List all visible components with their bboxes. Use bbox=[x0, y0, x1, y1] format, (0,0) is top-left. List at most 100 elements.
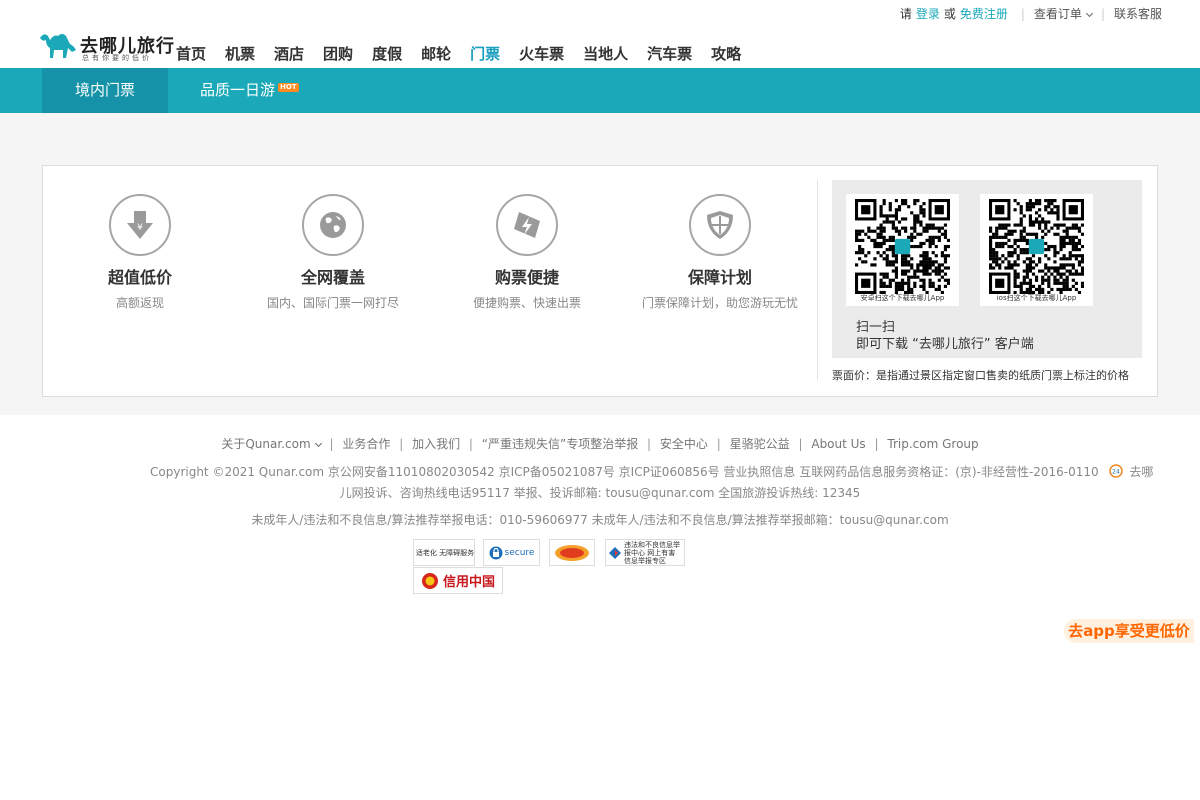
nav-home[interactable]: 首页 bbox=[176, 43, 206, 64]
main-nav: 首页 机票 酒店 团购 度假 邮轮 门票 火车票 当地人 汽车票 攻略 bbox=[176, 43, 760, 64]
logo-slogan: 总有你要的低价 bbox=[82, 54, 152, 62]
svg-text:¥: ¥ bbox=[137, 223, 143, 233]
copyright-line-2: 儿网投诉、咨询热线电话95117 举报、投诉邮箱: tousu@qunar.co… bbox=[339, 486, 861, 500]
trust-seal-badge[interactable] bbox=[549, 539, 595, 566]
login-prefix: 请 bbox=[899, 7, 912, 21]
nav-cruise[interactable]: 邮轮 bbox=[421, 43, 451, 64]
ios-qr-code[interactable]: ios扫这个下载去哪儿App bbox=[980, 194, 1093, 306]
price-note: 票面价：是指通过景区指定窗口售卖的纸质门票上标注的价格 bbox=[832, 369, 1129, 382]
features-panel: ¥ 超值低价 高额返现 全网覆盖 国内、国际门票一网打尽 购票便捷 便捷购票、快… bbox=[42, 165, 1158, 397]
copyright-line-3: 未成年人/违法和不良信息/算法推荐举报电话：010-59606977 未成年人/… bbox=[251, 513, 949, 527]
feature-desc: 高额返现 bbox=[115, 296, 164, 310]
login-link[interactable]: 登录 bbox=[916, 5, 940, 22]
user-bar: 请 登录 或 免费注册 | 查看订单 | 联系客服 bbox=[900, 5, 1162, 22]
copyright-tail: 去哪 bbox=[1129, 465, 1154, 479]
ios-qr-caption: ios扫这个下载去哪儿App bbox=[996, 294, 1077, 302]
footer-link-report[interactable]: “严重违规失信”专项整治举报 bbox=[482, 437, 638, 451]
nav-guides[interactable]: 攻略 bbox=[711, 43, 741, 64]
footer-link-charity[interactable]: 星骆驼公益 bbox=[730, 437, 790, 451]
nav-train[interactable]: 火车票 bbox=[519, 43, 564, 64]
nav-bus[interactable]: 汽车票 bbox=[647, 43, 692, 64]
nav-flights[interactable]: 机票 bbox=[225, 43, 255, 64]
feature-icon-circle bbox=[689, 194, 751, 256]
separator: | bbox=[1020, 6, 1025, 21]
feature-title: 超值低价 bbox=[107, 268, 172, 287]
separator: | bbox=[647, 437, 652, 451]
feature-guarantee: 保障计划 门票保障计划，助您游玩无忧 bbox=[620, 194, 820, 311]
feature-icon-circle bbox=[302, 194, 364, 256]
camel-logo-icon bbox=[40, 34, 76, 58]
seal-icon bbox=[555, 544, 589, 561]
copyright-text: Copyright ©2021 Qunar.com 京公网安备110108020… bbox=[150, 465, 1099, 479]
android-qr-caption: 安卓扫这个下载去哪儿App bbox=[860, 294, 945, 302]
feature-desc: 门票保障计划，助您游玩无忧 bbox=[641, 296, 798, 310]
footer-link-join-us[interactable]: 加入我们 bbox=[412, 437, 460, 451]
register-link[interactable]: 免费注册 bbox=[960, 5, 1008, 22]
contact-service-link[interactable]: 联系客服 bbox=[1114, 5, 1162, 22]
illegal-info-report-badge[interactable]: 违法和不良信息举报中心 网上有害信息举报专区 bbox=[605, 539, 685, 566]
or-text: 或 bbox=[943, 7, 956, 21]
footer-link-about-us[interactable]: About Us bbox=[811, 437, 865, 451]
download-text: 即可下载 “去哪儿旅行” 客户端 bbox=[856, 337, 1034, 352]
footer-links: 关于Qunar.com | 业务合作 | 加入我们 | “严重违规失信”专项整治… bbox=[0, 435, 1200, 452]
panel-divider bbox=[817, 180, 818, 380]
tab-domestic-tickets[interactable]: 境内门票 bbox=[42, 68, 168, 113]
secure-badge[interactable]: secure bbox=[483, 539, 540, 566]
feature-convenient: 购票便捷 便捷购票、快速出票 bbox=[427, 194, 627, 311]
feature-low-price: ¥ 超值低价 高额返现 bbox=[40, 194, 240, 311]
footer-link-security[interactable]: 安全中心 bbox=[660, 437, 708, 451]
nav-group-buy[interactable]: 团购 bbox=[323, 43, 353, 64]
app-download-box: 安卓扫这个下载去哪儿App ios扫这个下载去哪儿App 扫一扫 即可下载 “去… bbox=[832, 180, 1142, 358]
accessibility-badge-label: 适老化 无障碍服务 bbox=[415, 548, 475, 557]
report-center-icon bbox=[609, 546, 621, 559]
feature-desc: 便捷购票、快速出票 bbox=[472, 296, 581, 310]
feature-title: 全网覆盖 bbox=[300, 268, 365, 287]
globe-icon bbox=[320, 212, 346, 238]
ticket-lightning-icon bbox=[514, 212, 540, 238]
accessibility-badge[interactable]: 适老化 无障碍服务 bbox=[413, 539, 475, 566]
qr-code-icon bbox=[989, 199, 1084, 294]
secure-badge-label: secure bbox=[504, 547, 535, 558]
footer-link-business[interactable]: 业务合作 bbox=[342, 437, 390, 451]
separator: | bbox=[399, 437, 404, 451]
separator: | bbox=[716, 437, 721, 451]
24h-badge-icon: 24 bbox=[1108, 464, 1123, 478]
footer-link-about-qunar-label: 关于Qunar.com bbox=[221, 437, 311, 451]
separator: | bbox=[874, 437, 879, 451]
app-download-button[interactable]: 去app享受更低价 bbox=[1064, 619, 1194, 643]
credit-china-label: 信用中国 bbox=[442, 575, 495, 590]
sub-nav: 境内门票 品质一日游 HOT bbox=[0, 68, 1200, 113]
illegal-info-report-label: 违法和不良信息举报中心 网上有害信息举报专区 bbox=[624, 540, 680, 565]
nav-locals[interactable]: 当地人 bbox=[583, 43, 628, 64]
svg-text:24: 24 bbox=[1112, 469, 1120, 476]
hot-badge: HOT bbox=[278, 83, 299, 92]
separator: | bbox=[798, 437, 803, 451]
nav-hotels[interactable]: 酒店 bbox=[274, 43, 304, 64]
separator: | bbox=[329, 437, 334, 451]
chevron-down-icon bbox=[314, 439, 322, 448]
feature-title: 保障计划 bbox=[687, 268, 752, 287]
tab-day-tour-label: 品质一日游 bbox=[200, 81, 276, 99]
qunar-logo[interactable]: 去哪儿旅行 总有你要的低价 bbox=[38, 30, 174, 64]
view-orders-dropdown[interactable]: 查看订单 bbox=[1033, 5, 1093, 22]
view-orders-label: 查看订单 bbox=[1033, 7, 1082, 21]
footer-link-about-qunar[interactable]: 关于Qunar.com bbox=[221, 437, 322, 451]
feature-icon-circle bbox=[496, 194, 558, 256]
separator: | bbox=[468, 437, 473, 451]
feature-coverage: 全网覆盖 国内、国际门票一网打尽 bbox=[233, 194, 433, 311]
copyright-line-1: Copyright ©2021 Qunar.com 京公网安备110108020… bbox=[150, 463, 1153, 480]
credit-china-badge[interactable]: 信用中国 bbox=[413, 567, 503, 594]
yen-down-arrow-icon: ¥ bbox=[127, 211, 153, 239]
shield-icon bbox=[707, 211, 733, 239]
top-header: 去哪儿旅行 总有你要的低价 首页 机票 酒店 团购 度假 邮轮 门票 火车票 当… bbox=[0, 0, 1200, 68]
national-emblem-icon bbox=[421, 572, 438, 589]
nav-tickets[interactable]: 门票 bbox=[470, 43, 500, 64]
tab-day-tour[interactable]: 品质一日游 HOT bbox=[200, 68, 299, 113]
qr-code-icon bbox=[855, 199, 950, 294]
feature-desc: 国内、国际门票一网打尽 bbox=[266, 296, 399, 310]
footer-link-trip-group[interactable]: Trip.com Group bbox=[887, 437, 978, 451]
android-qr-code[interactable]: 安卓扫这个下载去哪儿App bbox=[846, 194, 959, 306]
nav-vacation[interactable]: 度假 bbox=[372, 43, 402, 64]
lock-icon bbox=[489, 546, 503, 559]
separator: | bbox=[1100, 6, 1105, 21]
